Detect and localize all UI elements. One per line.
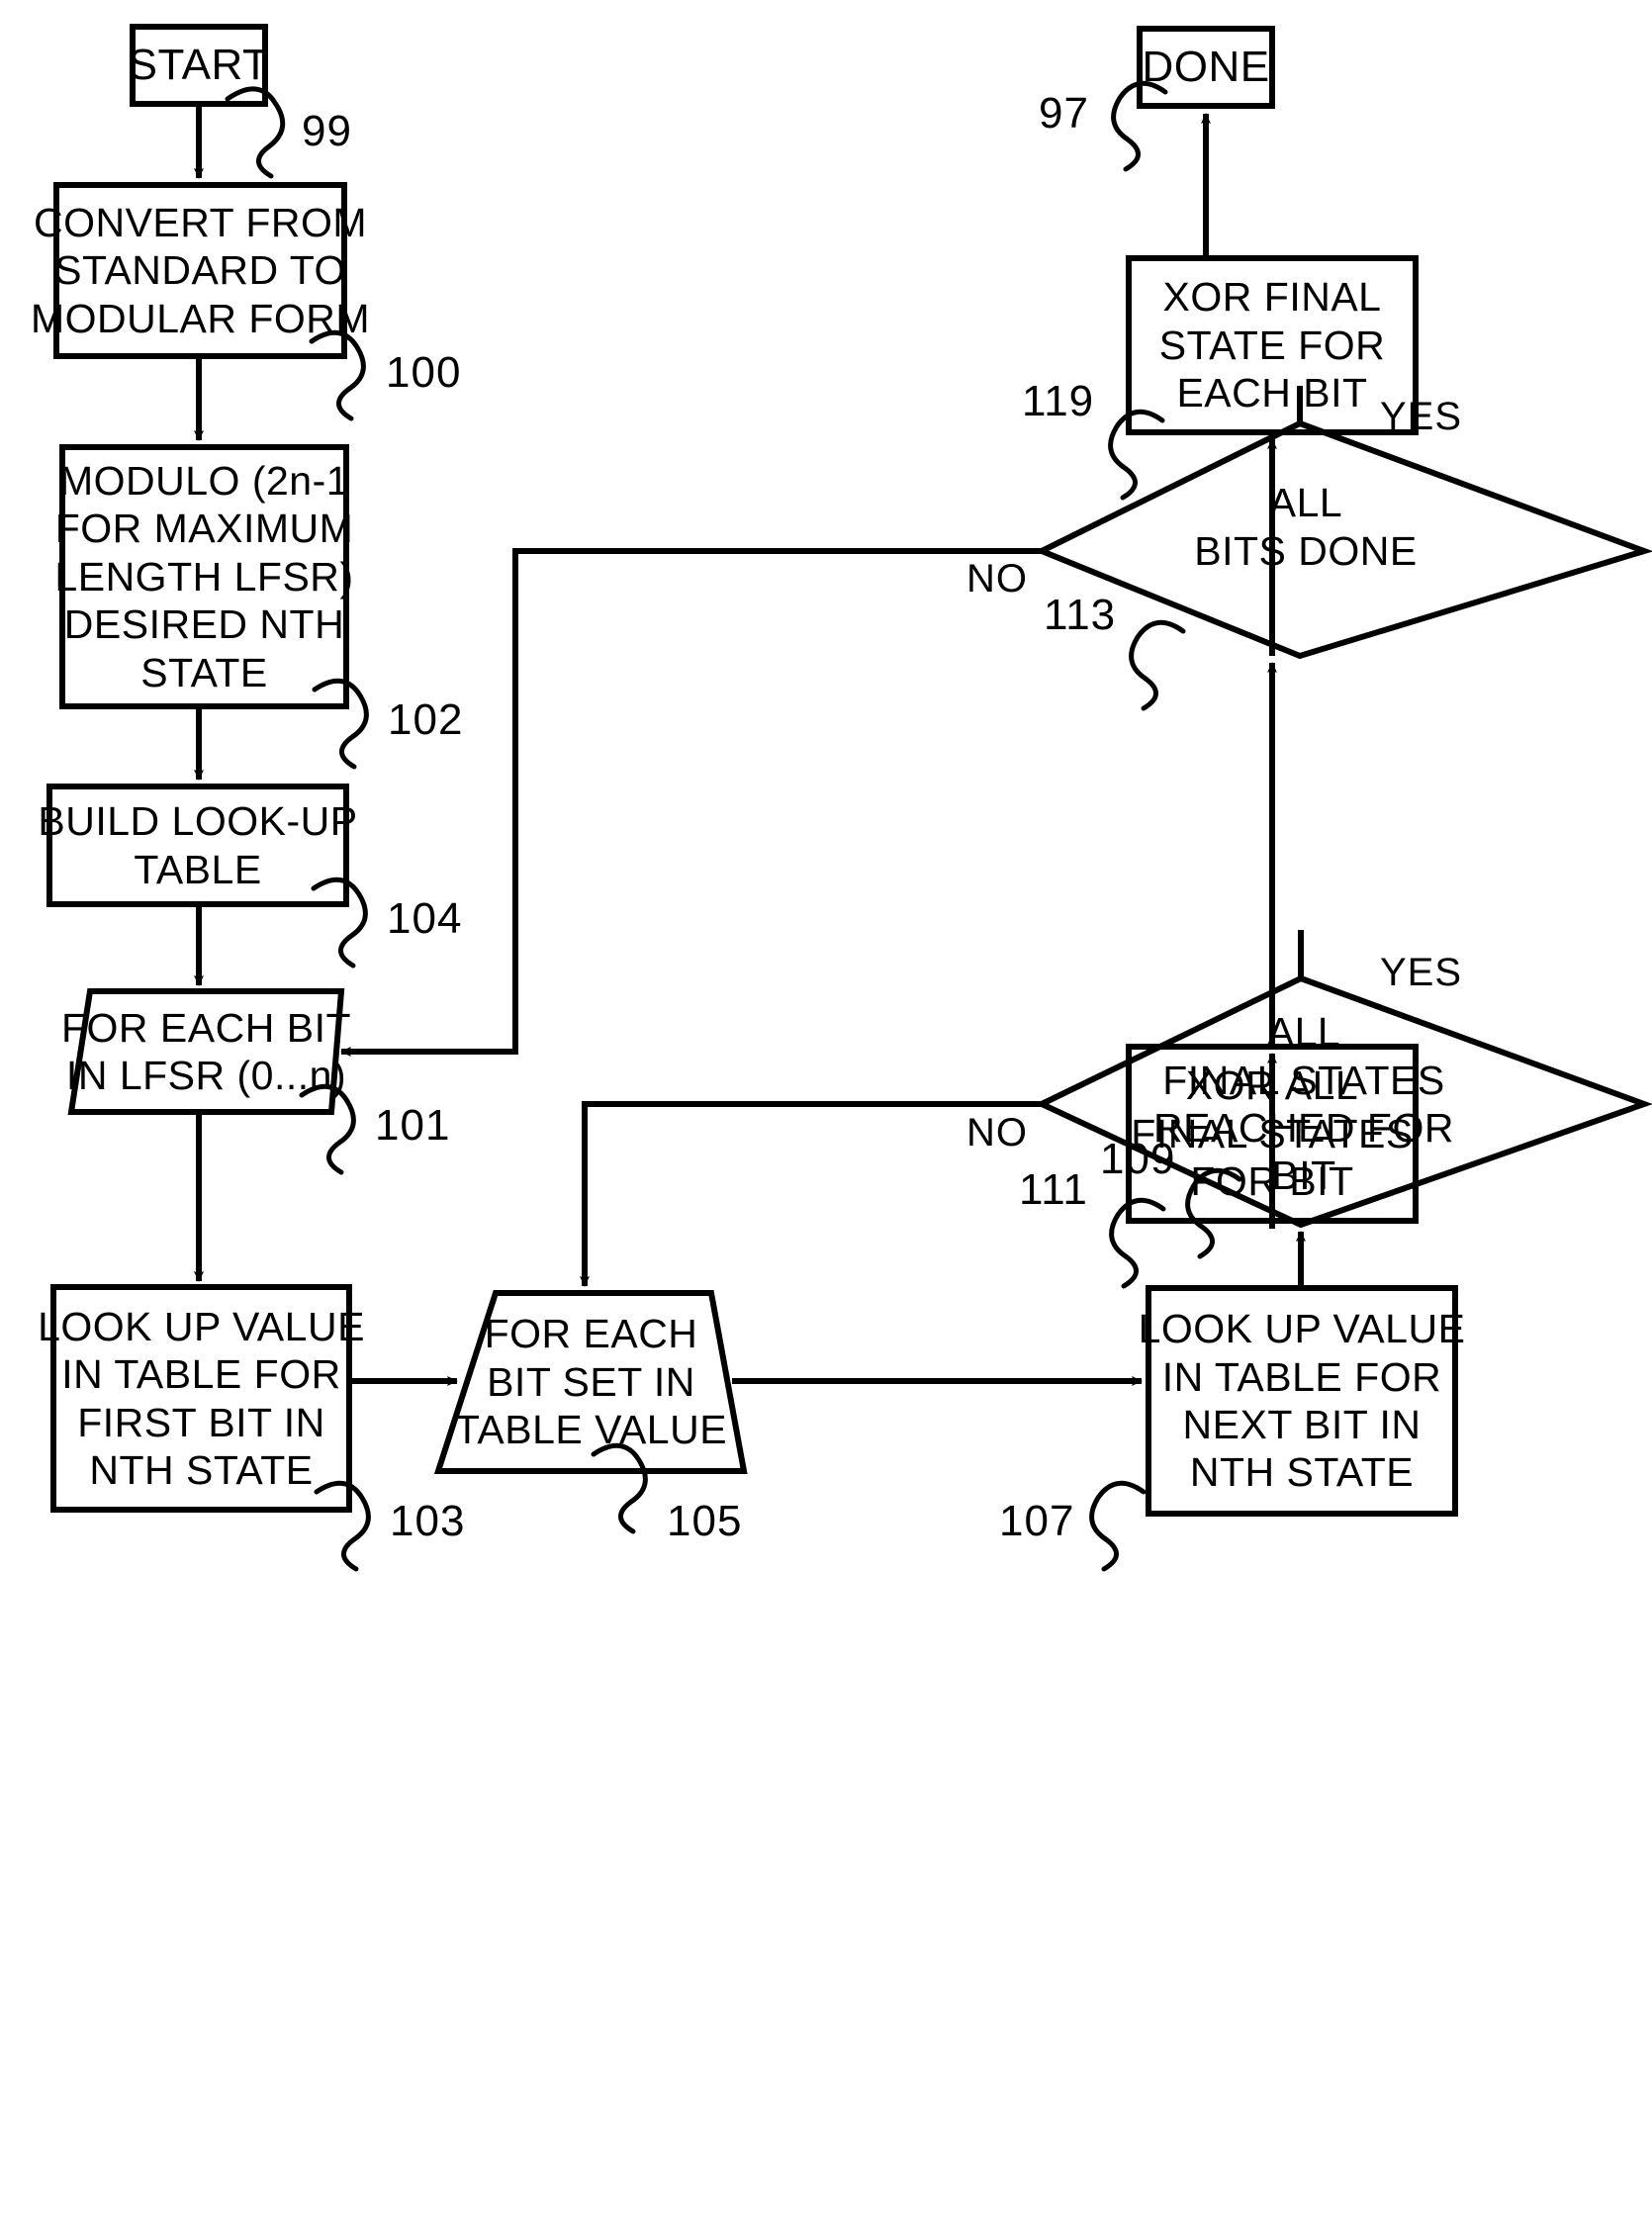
shape-xor-final [1126,255,1419,435]
ref-numeral-103: 103 [390,1497,466,1545]
ref-numeral-109: 109 [1100,1135,1176,1183]
ref-numeral-104: 104 [387,894,463,943]
ref-numeral-99: 99 [302,107,352,155]
shape-all-final-states [1035,974,1652,1229]
ref-numeral-105: 105 [667,1497,743,1545]
shape-convert [53,182,347,359]
ref-numeral-119: 119 [1022,377,1095,425]
shape-lookup-next [1146,1285,1458,1517]
edge-all-bits-done-no [340,548,1042,1057]
flowchart-canvas: START CONVERT FROM STANDARD TO MODULAR F… [0,0,1652,2217]
edge-label-all-bits-done-no: NO [966,557,1028,600]
edge-label-all-final-states-no: NO [966,1111,1028,1155]
edge-label-all-final-states-yes: YES [1380,951,1463,994]
leader-119 [1108,409,1165,501]
leader-101 [299,1083,356,1175]
ref-numeral-107: 107 [999,1497,1075,1545]
leader-107 [1089,1480,1147,1572]
leader-102 [312,678,369,770]
shape-for-each-bit-set [433,1290,748,1474]
shape-all-bits-done [1034,419,1652,660]
leader-113 [1129,619,1186,711]
leader-103 [314,1480,371,1572]
ref-numeral-97: 97 [1039,89,1089,138]
ref-numeral-102: 102 [388,695,464,744]
flowchart-graphics [46,24,1652,1572]
ref-numeral-101: 101 [375,1101,451,1150]
leader-111 [1109,1197,1166,1289]
shape-modulo [59,444,349,709]
ref-numeral-113: 113 [1044,591,1117,639]
edge-label-all-bits-done-yes: YES [1380,395,1463,438]
shape-lookup-first [50,1284,352,1513]
ref-numeral-100: 100 [386,348,462,397]
leader-100 [309,329,366,421]
shape-done [1137,26,1275,109]
leader-105 [591,1442,648,1534]
leader-104 [311,877,368,969]
ref-numeral-111: 111 [1019,1165,1088,1214]
shape-build [46,784,349,907]
